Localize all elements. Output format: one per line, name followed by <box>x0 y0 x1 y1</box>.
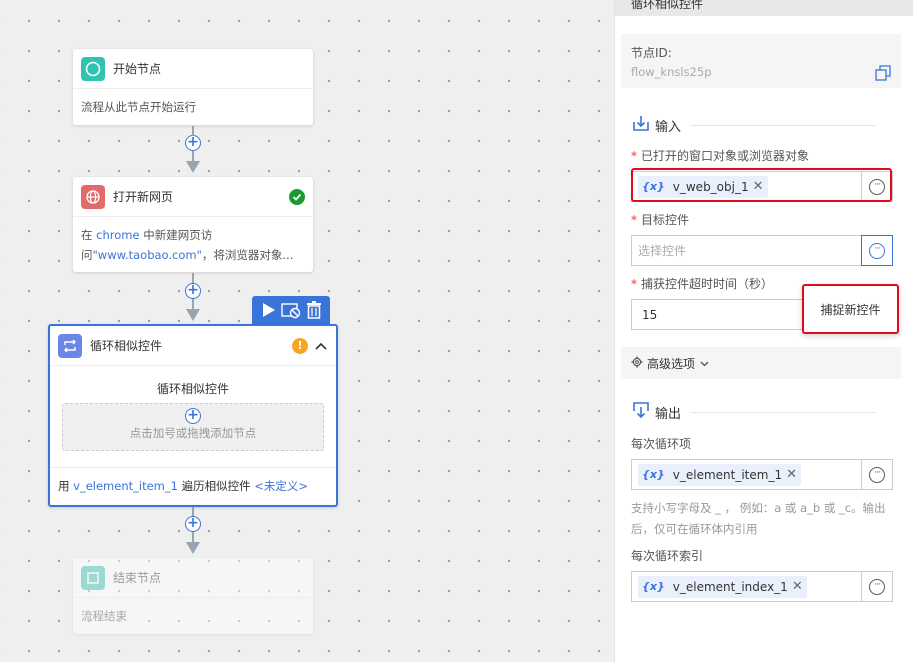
properties-panel: 循环相似控件 节点ID: flow_knsls25p 输入 * 已打开的窗口对象或… <box>614 0 913 662</box>
more-dots-icon: ··· <box>869 466 885 483</box>
output-icon <box>633 402 649 422</box>
input-section-title: 输入 <box>633 115 877 135</box>
target-control-picker-button[interactable]: ··· <box>861 235 893 266</box>
connector-line <box>192 151 194 161</box>
timeout-input[interactable]: 15 <box>631 299 803 330</box>
add-node-plus-icon[interactable]: + <box>185 135 201 151</box>
loop-item-output-field[interactable]: {x} v_element_item_1 ✕ <box>631 459 862 490</box>
loop-node-title: 循环相似控件 <box>90 339 163 353</box>
target-control-field[interactable]: 选择控件 <box>631 235 862 266</box>
more-options-button[interactable]: ··· <box>861 571 893 602</box>
success-check-icon <box>289 188 305 205</box>
output-naming-hint: 支持小写字母及 _ ， 例如：a 或 a_b 或 _c。输出后，仅可在循环体内引… <box>631 501 886 536</box>
add-node-plus-icon[interactable]: + <box>185 516 201 532</box>
drop-hint-text: 点击加号或拖拽添加节点 <box>129 426 257 440</box>
end-node-title: 结束节点 <box>113 571 162 585</box>
node-id-card: 节点ID: flow_knsls25p <box>621 34 901 88</box>
warning-icon: ! <box>292 337 308 354</box>
node-id-label: 节点ID: <box>631 46 672 60</box>
open-page-node-desc: 在 chrome 中新建网页访 问"www.taobao.com"，将浏览器对象… <box>81 228 294 262</box>
copy-icon[interactable] <box>875 65 891 84</box>
open-page-node[interactable]: 打开新网页 在 chrome 中新建网页访 问"www.taobao.com"，… <box>73 177 313 272</box>
more-dots-icon: ··· <box>869 242 885 259</box>
collapse-chevron-up-icon[interactable] <box>314 339 328 353</box>
gear-icon <box>631 356 643 371</box>
run-icon[interactable] <box>257 299 279 321</box>
output-section-title: 输出 <box>633 402 877 422</box>
delete-icon[interactable] <box>303 299 325 321</box>
input-icon <box>633 115 649 135</box>
end-node[interactable]: 结束节点 流程结束 <box>73 558 313 634</box>
capture-new-control-button[interactable]: 捕捉新控件 <box>802 284 899 334</box>
loop-drop-zone[interactable]: + 点击加号或拖拽添加节点 <box>62 403 324 451</box>
connector-line <box>192 126 194 136</box>
connector-line <box>192 532 194 542</box>
start-node[interactable]: 开始节点 流程从此节点开始运行 <box>73 49 313 125</box>
loop-icon <box>58 333 82 358</box>
disable-icon[interactable] <box>280 299 302 321</box>
globe-icon <box>81 184 105 209</box>
field2-label: * 目标控件 <box>631 213 690 227</box>
highlight-box <box>631 168 892 202</box>
connector-line <box>192 299 194 309</box>
node-id-value: flow_knsls25p <box>631 65 712 79</box>
loop-index-output-field[interactable]: {x} v_element_index_1 ✕ <box>631 571 862 602</box>
open-page-node-title: 打开新网页 <box>113 190 174 204</box>
start-node-title: 开始节点 <box>113 62 162 76</box>
out2-label: 每次循环索引 <box>631 549 704 563</box>
add-child-plus-icon[interactable]: + <box>185 408 201 424</box>
loop-node[interactable]: 循环相似控件 ! 循环相似控件 + 点击加号或拖拽添加节点 用 v_elemen… <box>48 324 338 507</box>
remove-tag-icon[interactable]: ✕ <box>786 467 797 482</box>
field3-label: * 捕获控件超时时间（秒） <box>631 277 774 291</box>
more-options-button[interactable]: ··· <box>861 459 893 490</box>
variable-tag: {x} v_element_item_1 ✕ <box>638 463 802 486</box>
loop-inner-title: 循环相似控件 <box>156 382 229 396</box>
chevron-down-icon <box>700 356 709 370</box>
variable-tag: {x} v_element_index_1 ✕ <box>638 575 807 598</box>
node-toolbar <box>252 296 330 324</box>
connector-arrow-icon <box>186 309 200 321</box>
connector-arrow-icon <box>186 161 200 173</box>
loop-footer: 用 v_element_item_1 遍历相似控件 <未定义> <box>50 467 336 505</box>
start-node-desc: 流程从此节点开始运行 <box>81 100 196 114</box>
connector-arrow-icon <box>186 542 200 554</box>
end-node-desc: 流程结束 <box>81 609 127 623</box>
end-node-icon <box>81 565 105 590</box>
more-dots-icon: ··· <box>869 578 885 595</box>
out1-label: 每次循环项 <box>631 437 692 451</box>
start-node-icon <box>81 56 105 81</box>
panel-header: 循环相似控件 <box>615 0 913 16</box>
field1-label: * 已打开的窗口对象或浏览器对象 <box>631 149 810 163</box>
advanced-options-toggle[interactable]: 高级选项 <box>621 347 901 379</box>
add-node-plus-icon[interactable]: + <box>185 283 201 299</box>
remove-tag-icon[interactable]: ✕ <box>792 579 803 594</box>
flow-canvas[interactable]: 开始节点 流程从此节点开始运行 + 打开新网页 在 chrome 中新建网页访 … <box>0 0 614 662</box>
